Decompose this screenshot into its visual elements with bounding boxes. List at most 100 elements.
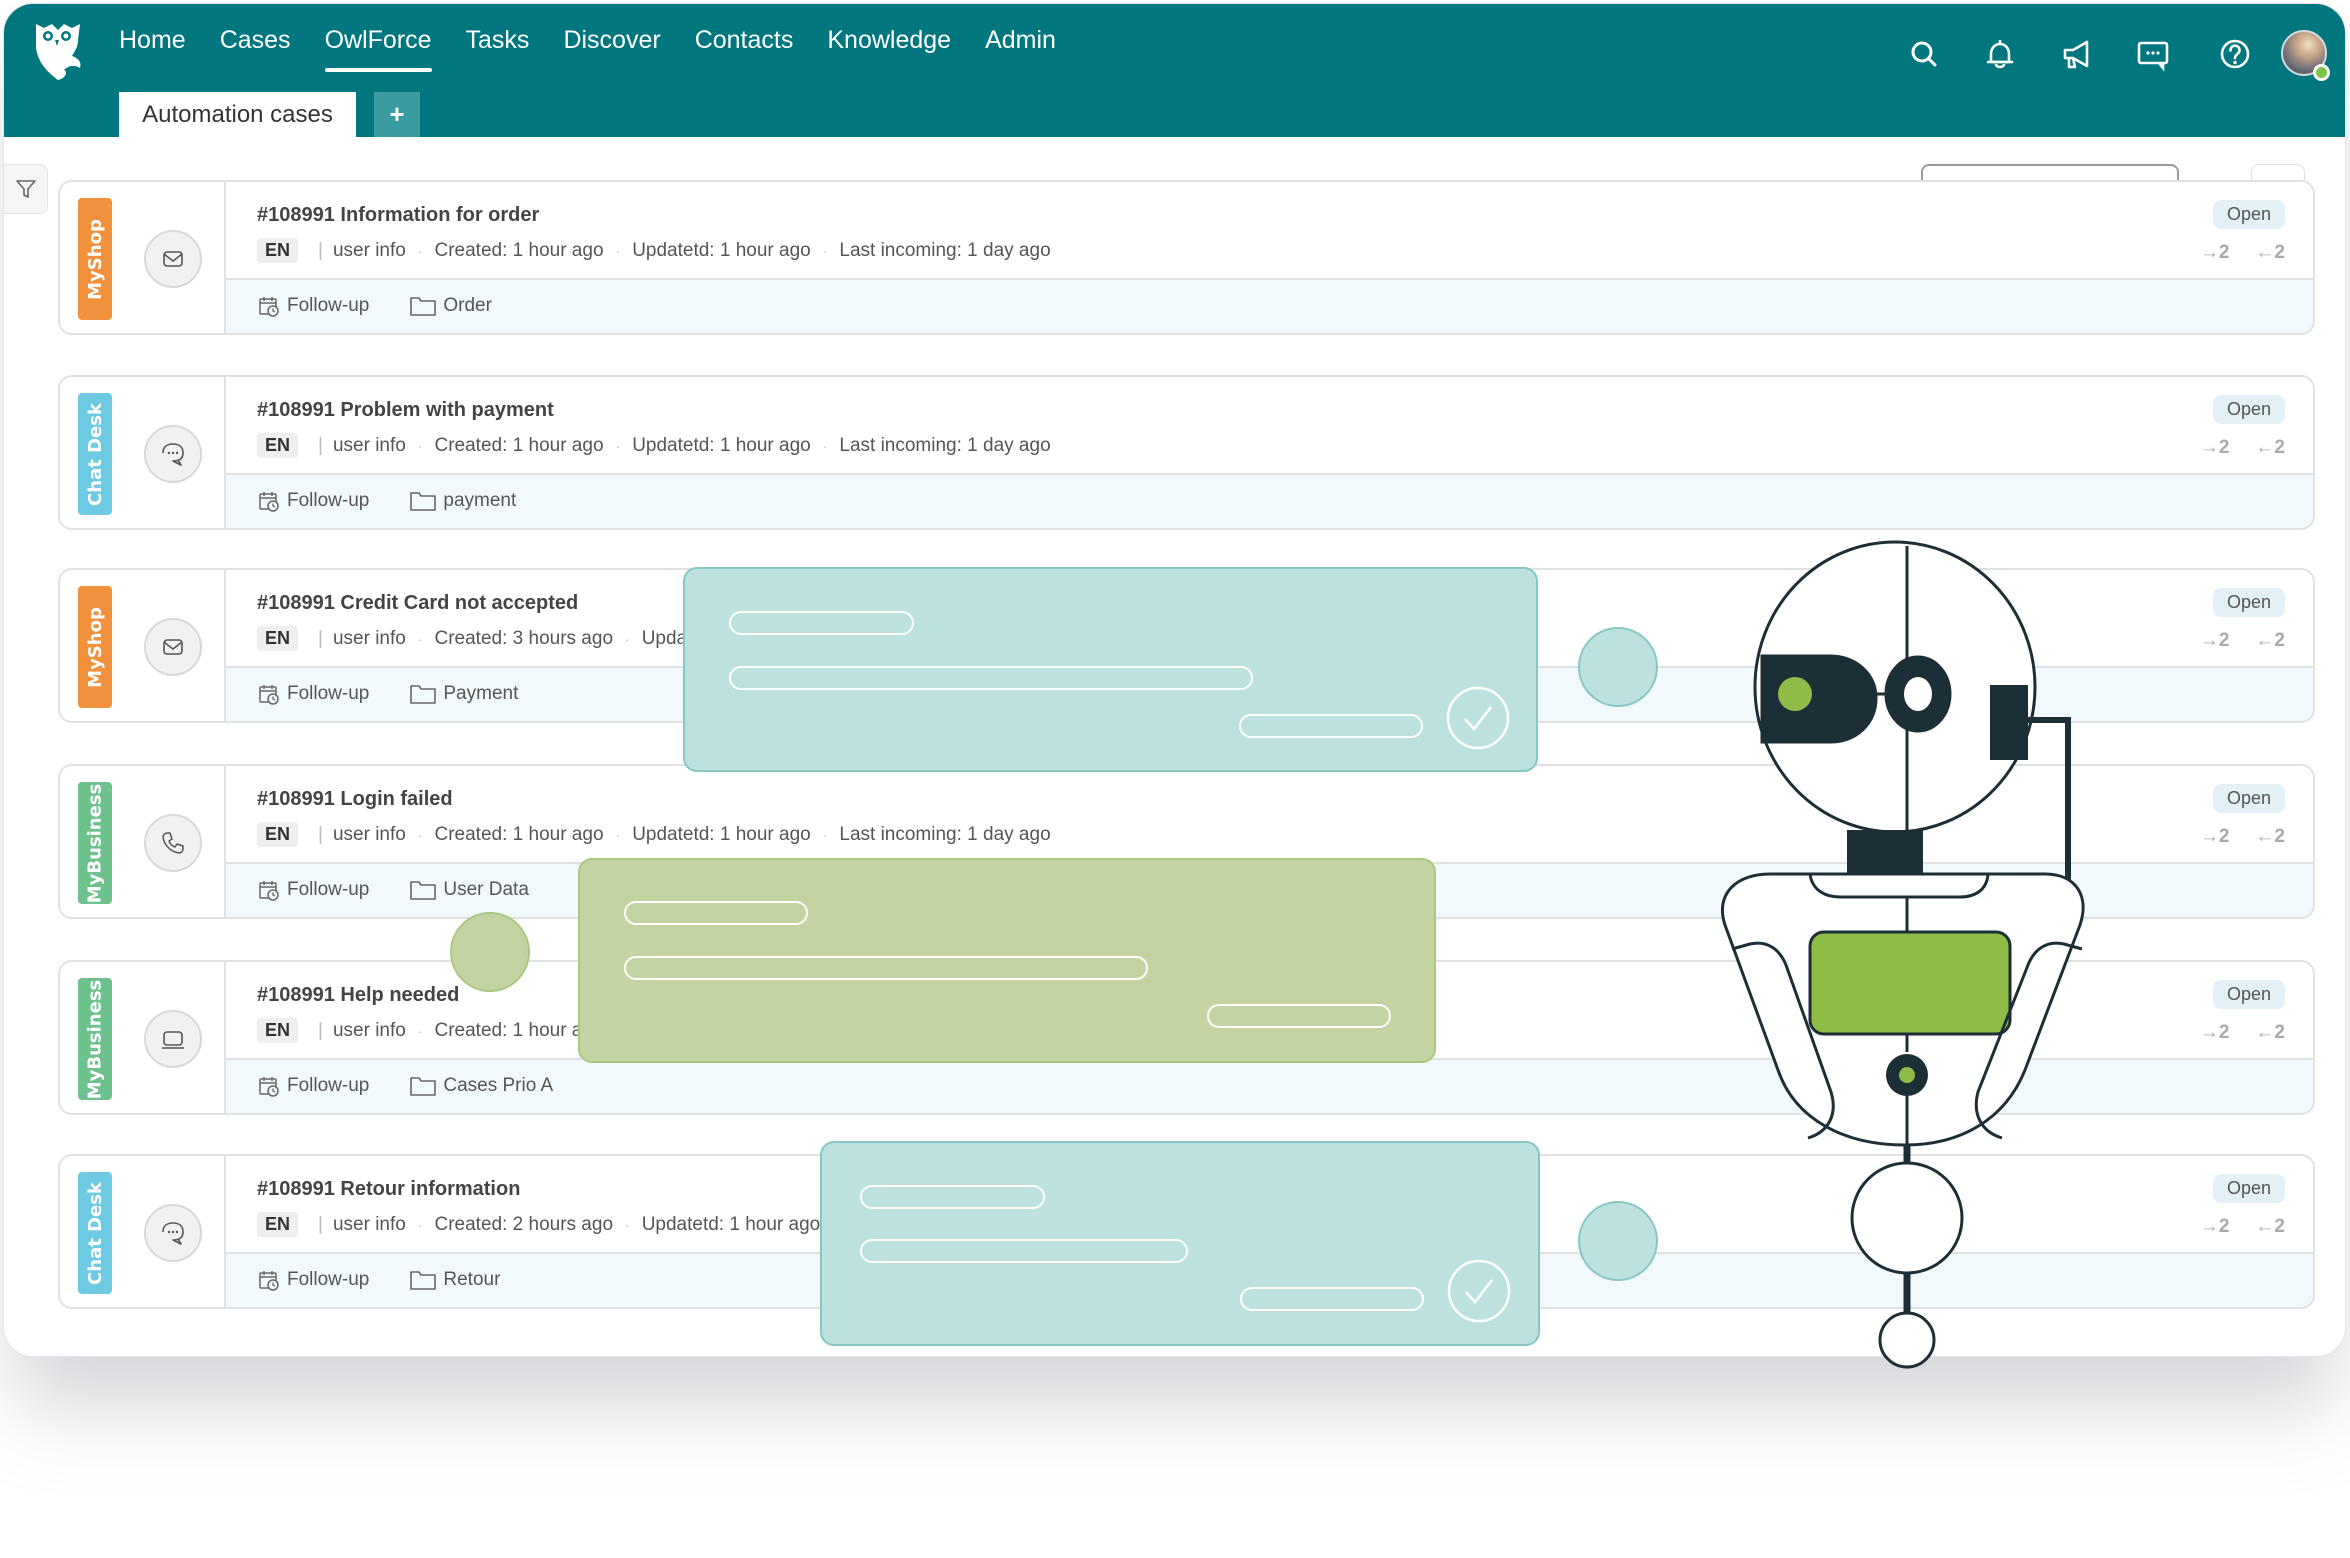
- case-header: #108991 Problem with payment EN | user i…: [226, 377, 2313, 473]
- help-icon[interactable]: [2215, 34, 2255, 74]
- nav-item-home[interactable]: Home: [119, 24, 186, 72]
- channel-tag: MyShop: [78, 586, 112, 708]
- outgoing-count: →2: [2199, 437, 2230, 458]
- filter-button[interactable]: [4, 164, 48, 214]
- separator: ·: [822, 242, 828, 259]
- owl-logo-icon[interactable]: [28, 18, 88, 82]
- status-badge[interactable]: Open: [2212, 395, 2285, 424]
- folder-label: Retour: [443, 1269, 501, 1290]
- case-title[interactable]: #108991 Credit Card not accepted: [257, 592, 578, 615]
- chat-icon[interactable]: [2133, 34, 2173, 74]
- calendar-clock-icon: [259, 297, 279, 317]
- folder-button[interactable]: payment: [409, 490, 516, 512]
- message-counts: →2 ←2: [2200, 437, 2285, 459]
- created-time: Created: 2 hours ago: [434, 1213, 614, 1235]
- arrow-right-icon: →: [2199, 1022, 2219, 1043]
- separator: |: [318, 823, 323, 845]
- status-badge[interactable]: Open: [2212, 1174, 2285, 1203]
- nav-item-tasks[interactable]: Tasks: [466, 24, 530, 72]
- separator: ·: [615, 242, 621, 259]
- nav-item-knowledge[interactable]: Knowledge: [827, 24, 951, 72]
- folder-button[interactable]: Cases Prio A: [409, 1075, 553, 1097]
- follow-up-button[interactable]: Follow-up: [257, 878, 369, 902]
- created-time: Created: 1 hour ago: [434, 239, 604, 261]
- folder-button[interactable]: Order: [409, 295, 492, 317]
- case-meta: EN | user info · Created: 1 hour ago · U…: [257, 1018, 1051, 1043]
- follow-up-button[interactable]: Follow-up: [257, 682, 369, 706]
- nav-item-owlforce[interactable]: OwlForce: [324, 24, 432, 72]
- nav-item-contacts[interactable]: Contacts: [695, 24, 794, 72]
- case-card-1[interactable]: MyShop #108991 Information for order EN …: [58, 180, 2315, 335]
- add-tab-button[interactable]: +: [374, 92, 420, 137]
- case-title[interactable]: #108991 Help needed: [257, 984, 459, 1007]
- status-badge[interactable]: Open: [2212, 980, 2285, 1009]
- channel-label: MyBusiness: [84, 783, 106, 903]
- updated-time: Updatetd: 1 hour ago: [641, 1213, 821, 1235]
- calendar-clock-icon: [259, 881, 279, 901]
- nav-item-cases[interactable]: Cases: [220, 24, 291, 72]
- megaphone-icon[interactable]: [2057, 34, 2097, 74]
- separator: |: [318, 434, 323, 456]
- separator: ·: [625, 1216, 630, 1233]
- status-badge[interactable]: Open: [2212, 784, 2285, 813]
- incoming-count: ←2: [2255, 242, 2285, 263]
- separator: ·: [417, 242, 423, 259]
- incoming-count: ←2: [2255, 1022, 2285, 1043]
- folder-button[interactable]: User Data: [409, 879, 529, 901]
- channel-tag: MyShop: [78, 198, 112, 320]
- case-channel-panel: MyBusiness: [60, 766, 226, 917]
- status-badge[interactable]: Open: [2212, 200, 2285, 229]
- case-title[interactable]: #108991 Information for order: [257, 204, 539, 227]
- separator: ·: [417, 1022, 423, 1039]
- last-incoming-time: Last incoming: 1 day ago: [848, 627, 1061, 649]
- separator: ·: [615, 437, 621, 454]
- follow-up-button[interactable]: Follow-up: [257, 489, 369, 513]
- nav-item-discover[interactable]: Discover: [563, 24, 660, 72]
- follow-up-button[interactable]: Follow-up: [257, 294, 369, 318]
- user-info-link[interactable]: user info: [333, 1214, 406, 1236]
- last-incoming-time: Last incoming: 1 day ago: [839, 434, 1051, 456]
- follow-up-button[interactable]: Follow-up: [257, 1268, 369, 1292]
- channel-label: MyShop: [84, 606, 106, 688]
- case-title[interactable]: #108991 Login failed: [257, 788, 453, 811]
- message-counts: →2 ←2: [2200, 242, 2285, 264]
- user-info-link[interactable]: user info: [333, 240, 406, 262]
- separator: ·: [625, 630, 630, 647]
- folder-label: User Data: [443, 879, 529, 900]
- arrow-left-icon: ←: [2255, 630, 2275, 651]
- folder-button[interactable]: Payment: [409, 683, 518, 705]
- search-icon[interactable]: [1905, 34, 1945, 74]
- user-info-link[interactable]: user info: [333, 824, 406, 846]
- case-meta: EN | user info · Created: 2 hours ago · …: [257, 1212, 1060, 1237]
- channel-label: MyShop: [84, 218, 106, 300]
- case-channel-panel: MyBusiness: [60, 962, 226, 1113]
- robot-illustration: [1720, 540, 2085, 1369]
- case-card-2[interactable]: Chat Desk #108991 Problem with payment E…: [58, 375, 2315, 530]
- folder-icon: [410, 297, 437, 316]
- case-title[interactable]: #108991 Retour information: [257, 1178, 520, 1201]
- incoming-count: ←2: [2255, 826, 2285, 847]
- arrow-right-icon: →: [2199, 242, 2219, 263]
- updated-time: Updatetd: 1 hour ago: [632, 823, 811, 845]
- envelope-icon: [144, 618, 202, 676]
- follow-up-button[interactable]: Follow-up: [257, 1074, 369, 1098]
- incoming-count: ←2: [2255, 1216, 2285, 1237]
- bell-icon[interactable]: [1980, 34, 2020, 74]
- user-info-link[interactable]: user info: [333, 435, 406, 457]
- language-badge: EN: [257, 626, 299, 651]
- nav-item-admin[interactable]: Admin: [985, 24, 1056, 72]
- status-badge[interactable]: Open: [2212, 588, 2285, 617]
- case-title[interactable]: #108991 Problem with payment: [257, 399, 554, 422]
- channel-tag: MyBusiness: [78, 782, 112, 904]
- chat-bubble-icon: [144, 1204, 202, 1262]
- message-counts: →2 ←2: [2200, 1216, 2285, 1238]
- user-info-link[interactable]: user info: [333, 1020, 406, 1042]
- follow-up-label: Follow-up: [287, 295, 370, 316]
- arrow-left-icon: ←: [2255, 242, 2275, 263]
- user-info-link[interactable]: user info: [333, 628, 406, 650]
- language-badge: EN: [257, 238, 299, 263]
- case-header: #108991 Information for order EN | user …: [226, 182, 2313, 278]
- outgoing-count: →2: [2199, 630, 2230, 651]
- tab-automation-cases[interactable]: Automation cases: [119, 92, 356, 137]
- folder-button[interactable]: Retour: [409, 1269, 500, 1291]
